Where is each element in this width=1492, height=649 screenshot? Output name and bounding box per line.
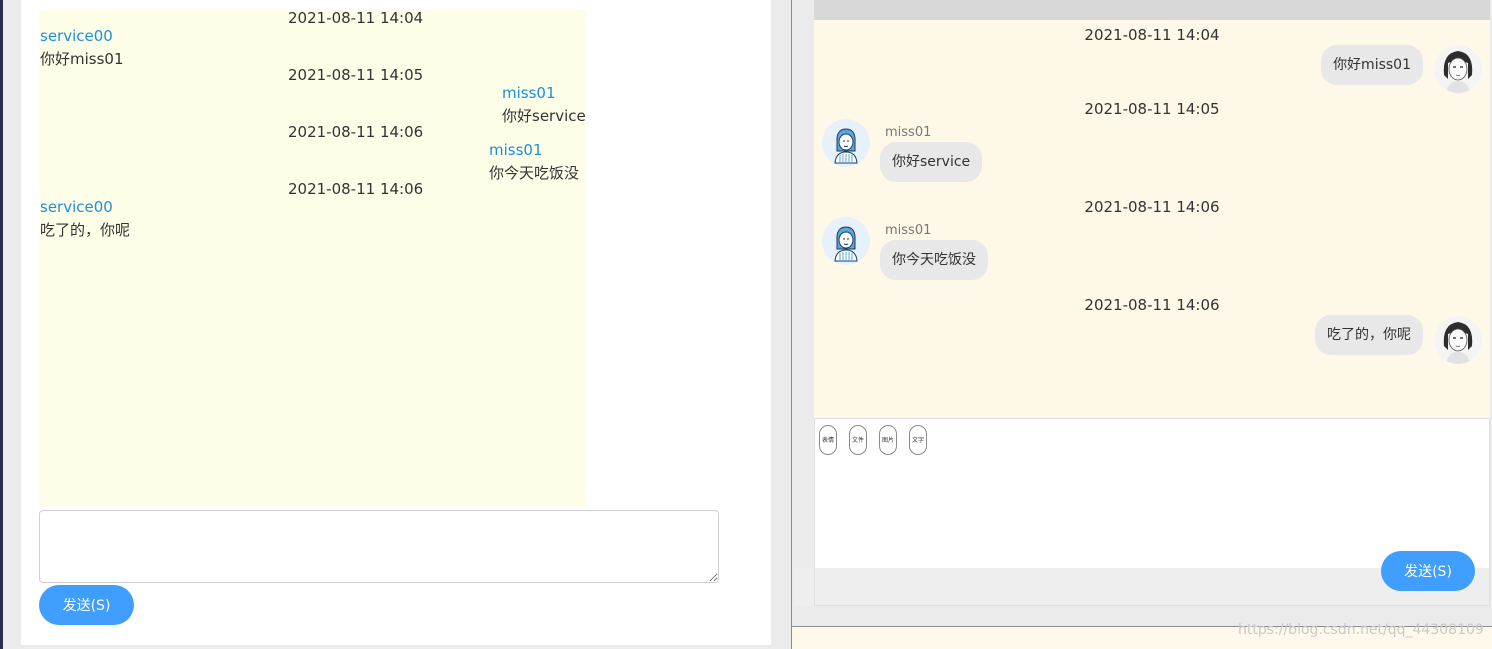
service-avatar-icon	[822, 119, 870, 167]
message-input[interactable]	[39, 510, 719, 583]
watermark: https://blog.csdn.net/qq_44308109	[1238, 622, 1484, 638]
message-time: 2021-08-11 14:04	[1084, 26, 1220, 44]
message-time: 2021-08-11 14:06	[1084, 296, 1220, 314]
send-button[interactable]: 发送(S)	[39, 585, 134, 625]
sender-name: service00	[40, 27, 113, 45]
sender-name: miss01	[489, 141, 543, 159]
right-message-log: 2021-08-11 14:04 你好miss01 2021-08-11 14:…	[814, 20, 1490, 418]
sender-name: miss01	[885, 223, 932, 238]
message-text: 你好miss01	[40, 50, 124, 68]
service-avatar-icon	[822, 217, 870, 265]
window-edge	[0, 0, 3, 649]
send-button[interactable]: 发送(S)	[1381, 551, 1475, 591]
sender-name: service00	[40, 198, 113, 216]
sender-name: miss01	[885, 125, 932, 140]
message-bubble: 你好service	[880, 142, 983, 182]
chat-header	[814, 0, 1490, 20]
message-bubble: 你今天吃饭没	[880, 240, 988, 280]
message-time: 2021-08-11 14:06	[1084, 198, 1220, 216]
girl-avatar-icon	[1434, 316, 1482, 364]
message-text: 吃了的，你呢	[40, 221, 131, 239]
message-bubble: 吃了的，你呢	[1315, 315, 1423, 355]
message-bubble: 你好miss01	[1321, 45, 1423, 85]
left-message-log: 2021-08-11 14:04 service00 你好miss01 2021…	[39, 9, 586, 506]
message-text: 你今天吃饭没	[489, 164, 580, 182]
sender-name: miss01	[502, 84, 556, 102]
message-time: 2021-08-11 14:06	[288, 123, 424, 141]
message-time: 2021-08-11 14:05	[288, 66, 424, 84]
message-text: 你好service	[502, 107, 586, 125]
girl-avatar-icon	[1434, 45, 1482, 93]
panel-divider	[791, 0, 792, 649]
message-time: 2021-08-11 14:06	[288, 180, 424, 198]
message-time: 2021-08-11 14:04	[288, 9, 424, 27]
message-time: 2021-08-11 14:05	[1084, 100, 1220, 118]
